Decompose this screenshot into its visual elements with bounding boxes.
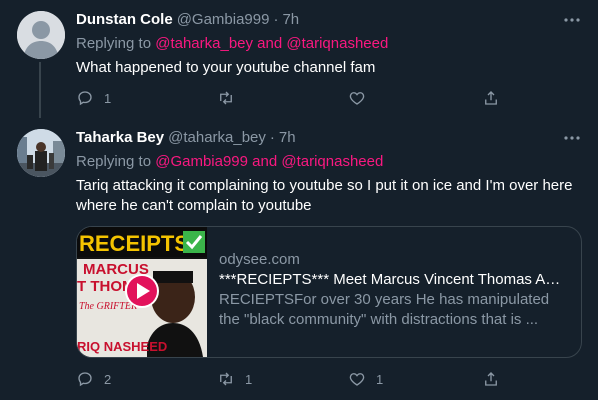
reply-icon	[78, 372, 92, 387]
card-body: odysee.com ***RECIEPTS*** Meet Marcus Vi…	[219, 250, 569, 330]
tweet-1[interactable]: Dunstan Cole @Gambia999 · 7h Replying to…	[0, 0, 598, 118]
like-icon	[349, 92, 365, 105]
replying-mentions[interactable]: @Gambia999 and @tariqnasheed	[155, 153, 383, 170]
link-card[interactable]: RECEIPTS MARCUS T THOMA The GRIFTER RIQ …	[76, 226, 582, 358]
default-avatar-icon	[17, 11, 65, 59]
card-thumbnail: RECEIPTS MARCUS T THOMA The GRIFTER RIQ …	[77, 227, 207, 357]
like-icon	[349, 373, 365, 386]
replying-to: Replying to @Gambia999 and @tariqnasheed	[76, 152, 582, 172]
reply-button[interactable]: 2	[76, 370, 111, 388]
timestamp[interactable]: 7h	[282, 10, 299, 30]
author-handle[interactable]: @Gambia999	[177, 10, 270, 30]
author-handle[interactable]: @taharka_bey	[168, 128, 266, 148]
tweet-header: Taharka Bey @taharka_bey · 7h	[76, 128, 582, 148]
more-icon	[564, 136, 580, 140]
timestamp[interactable]: 7h	[279, 128, 296, 148]
checkmark-box	[183, 231, 205, 253]
separator-dot: ·	[269, 129, 275, 146]
share-icon	[485, 91, 497, 105]
tweet-actions: 2 1 1	[76, 370, 582, 390]
profile-photo-image	[17, 129, 65, 177]
thumb-text-top: RECEIPTS	[79, 231, 189, 256]
avatar-dunstan-cole[interactable]	[17, 11, 65, 59]
separator-dot: ·	[273, 11, 279, 28]
retweet-icon	[220, 91, 232, 105]
retweet-button[interactable]: 1	[217, 370, 252, 388]
retweet-icon	[220, 372, 232, 386]
like-button[interactable]	[348, 89, 376, 107]
tweet-2[interactable]: Taharka Bey @taharka_bey · 7h Replying t…	[0, 118, 598, 400]
thread-line	[39, 62, 41, 118]
share-button[interactable]	[482, 370, 500, 388]
card-description: RECIEPTSFor over 30 years He has manipul…	[219, 291, 550, 328]
thumbnail-image: RECEIPTS MARCUS T THOMA The GRIFTER RIQ …	[77, 227, 207, 357]
tweet-text: What happened to your youtube channel fa…	[76, 59, 376, 76]
share-icon	[485, 372, 497, 386]
retweet-count: 1	[245, 371, 253, 387]
retweet-button[interactable]	[217, 89, 245, 107]
replying-prefix: Replying to	[76, 35, 156, 52]
reply-count: 2	[104, 371, 112, 387]
tweet-text: Tariq attacking it complaining to youtub…	[76, 177, 573, 214]
card-domain: odysee.com	[219, 251, 300, 268]
author-name[interactable]: Taharka Bey	[76, 128, 164, 148]
author-name[interactable]: Dunstan Cole	[76, 10, 173, 30]
card-title: ***RECIEPTS*** Meet Marcus Vincent Thoma…	[219, 271, 569, 288]
more-button[interactable]	[562, 10, 582, 30]
like-button[interactable]: 1	[348, 370, 383, 388]
replying-mentions[interactable]: @taharka_bey and @tariqnasheed	[155, 35, 388, 52]
thumb-text-bottom: RIQ NASHEED	[77, 339, 167, 354]
more-icon	[564, 18, 580, 22]
avatar-taharka-bey[interactable]	[17, 129, 65, 177]
tweet-actions: 1	[76, 89, 582, 109]
thumb-text-grifter: The GRIFTER	[79, 301, 137, 312]
more-button[interactable]	[562, 128, 582, 148]
reply-button[interactable]: 1	[76, 89, 111, 107]
replying-prefix: Replying to	[76, 153, 156, 170]
like-count: 1	[376, 371, 384, 387]
replying-to: Replying to @taharka_bey and @tariqnashe…	[76, 34, 582, 54]
share-button[interactable]	[482, 89, 500, 107]
reply-icon	[78, 91, 92, 106]
reply-count: 1	[104, 90, 112, 106]
tweet-header: Dunstan Cole @Gambia999 · 7h	[76, 10, 582, 30]
